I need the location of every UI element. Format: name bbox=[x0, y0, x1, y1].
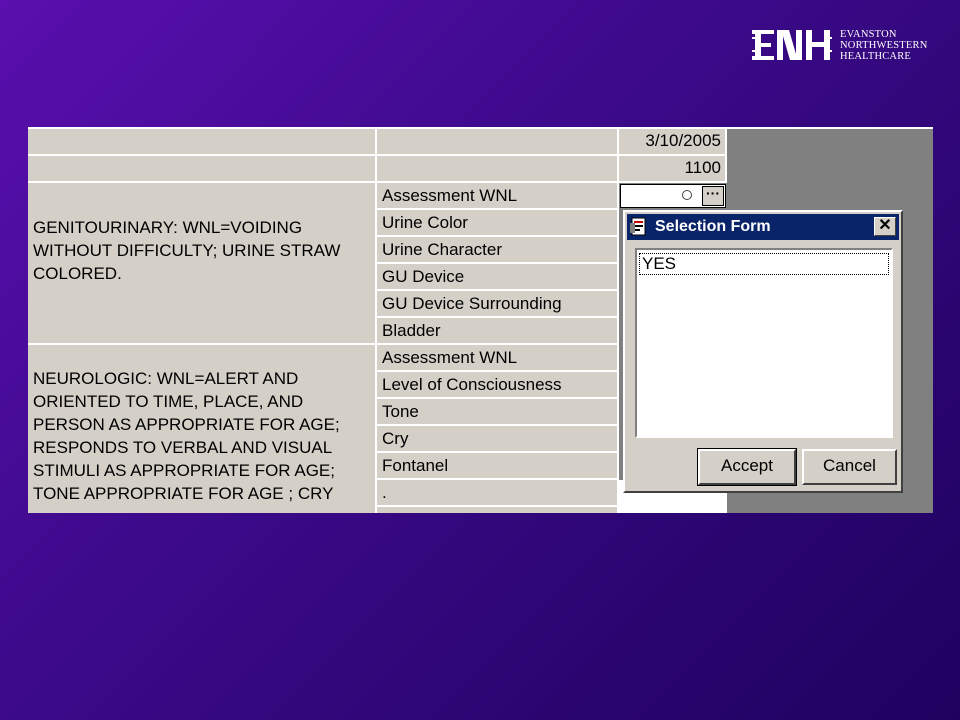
gu-assessment-wnl[interactable]: Assessment WNL bbox=[377, 183, 619, 210]
close-icon[interactable]: ✕ bbox=[874, 217, 896, 236]
assessment-wnl-combo[interactable]: ··· bbox=[620, 184, 726, 208]
logo-line-1: EVANSTON bbox=[840, 28, 897, 40]
gu-urine-color[interactable]: Urine Color bbox=[377, 210, 619, 237]
dialog-titlebar[interactable]: Selection Form ✕ bbox=[627, 214, 899, 240]
logo-line-2: NORTHWESTERN bbox=[840, 39, 928, 51]
enh-logo-mark bbox=[752, 28, 832, 62]
list-item[interactable]: YES bbox=[639, 253, 889, 275]
neuro-fontanel[interactable]: Fontanel bbox=[377, 453, 619, 480]
logo-line-3: HEALTHCARE bbox=[840, 50, 912, 62]
header-cell-3 bbox=[28, 156, 377, 183]
form-app-icon bbox=[630, 217, 650, 237]
neuro-cry[interactable]: Cry bbox=[377, 426, 619, 453]
cancel-button[interactable]: Cancel bbox=[802, 449, 897, 485]
gu-device[interactable]: GU Device bbox=[377, 264, 619, 291]
gu-urine-character[interactable]: Urine Character bbox=[377, 237, 619, 264]
accept-button[interactable]: Accept bbox=[697, 448, 797, 486]
ellipsis-button[interactable]: ··· bbox=[702, 186, 724, 206]
gu-bladder[interactable]: Bladder bbox=[377, 318, 619, 345]
time-cell: 1100 bbox=[619, 156, 727, 183]
neuro-next-row[interactable] bbox=[377, 507, 619, 513]
genitourinary-description: GENITOURINARY: WNL=VOIDING WITHOUT DIFFI… bbox=[28, 183, 377, 345]
neurologic-description: NEUROLOGIC: WNL=ALERT AND ORIENTED TO TI… bbox=[28, 345, 377, 513]
neuro-level-of-consciousness[interactable]: Level of Consciousness bbox=[377, 372, 619, 399]
enh-logo: EVANSTON NORTHWESTERN HEALTHCARE bbox=[752, 26, 928, 64]
header-cell-2 bbox=[377, 129, 619, 156]
selection-listbox[interactable]: YES bbox=[635, 248, 893, 438]
header-cell-1 bbox=[28, 129, 377, 156]
neuro-blank-row[interactable]: . bbox=[377, 480, 619, 507]
combo-radio-icon bbox=[682, 190, 692, 200]
dialog-title: Selection Form bbox=[655, 218, 771, 235]
selection-form-dialog: Selection Form ✕ YES Accept Cancel bbox=[623, 210, 903, 493]
neuro-assessment-wnl[interactable]: Assessment WNL bbox=[377, 345, 619, 372]
value-cell-neuro-next[interactable] bbox=[619, 507, 727, 513]
enh-logo-text: EVANSTON NORTHWESTERN HEALTHCARE bbox=[840, 29, 928, 62]
date-cell: 3/10/2005 bbox=[619, 129, 727, 156]
gu-device-surrounding[interactable]: GU Device Surrounding bbox=[377, 291, 619, 318]
neuro-tone[interactable]: Tone bbox=[377, 399, 619, 426]
assessment-screenshot: 3/10/2005 1100 GENITOURINARY: WNL=VOIDIN… bbox=[28, 127, 933, 513]
header-cell-4 bbox=[377, 156, 619, 183]
